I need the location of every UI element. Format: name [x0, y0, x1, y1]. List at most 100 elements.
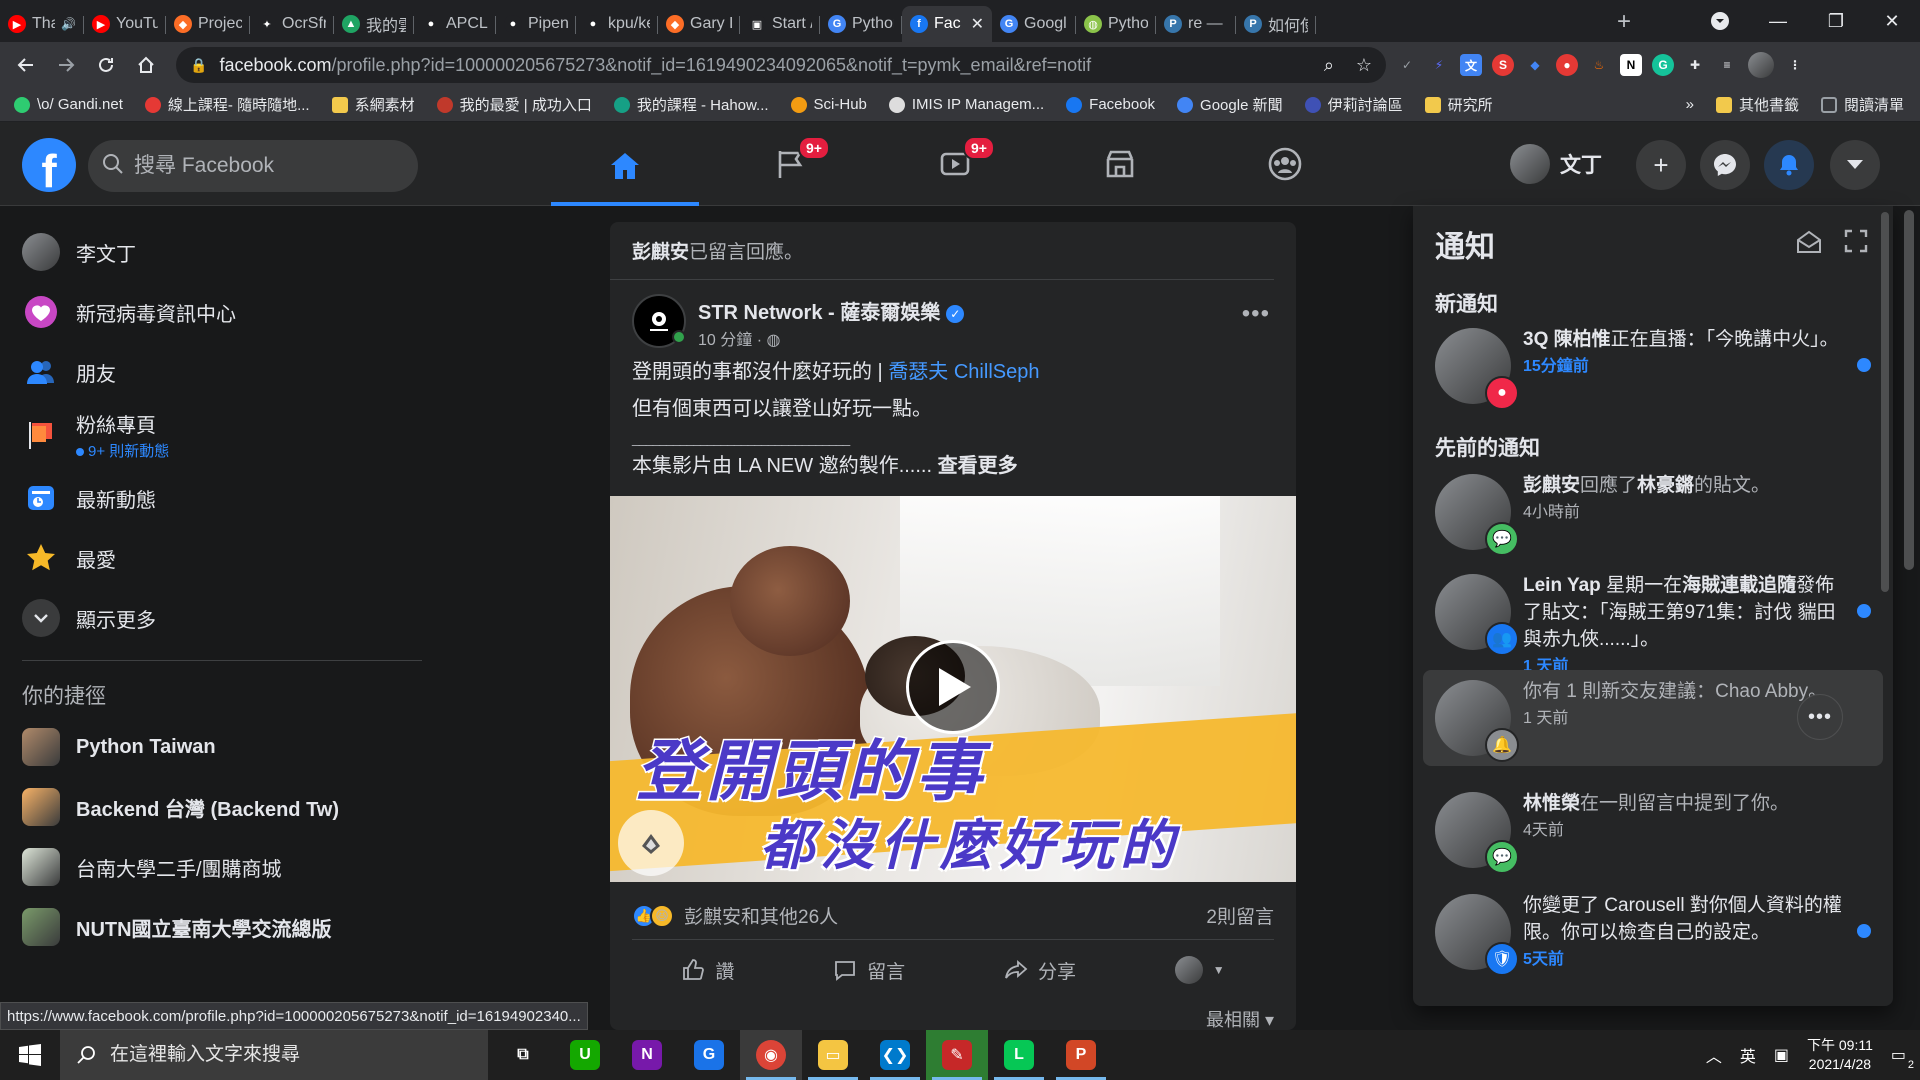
search-input[interactable] [134, 154, 394, 178]
notification-options-button[interactable]: ••• [1797, 694, 1843, 740]
browser-tab[interactable]: ◆ Project [166, 6, 250, 42]
tab-audio-icon[interactable]: 🔊 [61, 17, 76, 31]
bookmark-item[interactable]: Sci-Hub [790, 96, 867, 113]
account-menu-button[interactable] [1830, 140, 1880, 190]
new-tab-button[interactable]: + [1606, 4, 1642, 40]
tab-groups[interactable] [1211, 130, 1359, 198]
browser-tab[interactable]: ◍ Python [1076, 6, 1156, 42]
tab-marketplace[interactable] [1046, 130, 1194, 198]
shortcut-item[interactable]: 台南大學二手/團購商城 [12, 837, 432, 897]
bookmark-item[interactable]: 閱讀清單 [1820, 94, 1904, 115]
post-options-button[interactable]: ••• [1242, 300, 1270, 328]
browser-tab[interactable]: f Fac ✕ [902, 6, 992, 42]
chrome-profile-avatar[interactable] [1748, 52, 1774, 78]
bookmark-item[interactable]: 我的最愛 | 成功入口 [436, 94, 592, 115]
notification-item[interactable]: 👥 Lein Yap 星期一在海賊連載追隨發佈了貼文：「海賊王第971集：討伐 貒… [1423, 564, 1883, 675]
sidebar-item-pages[interactable]: 粉絲專頁 9+ 則新動態 [12, 402, 432, 468]
sidebar-item-covid[interactable]: 新冠病毒資訊中心 [12, 282, 432, 342]
bookmark-item[interactable]: 線上課程- 隨時隨地... [144, 94, 310, 115]
page-name[interactable]: STR Network - 薩泰爾娛樂 ✓ [698, 296, 965, 325]
clock[interactable]: 下午 09:11 2021/4/28 [1807, 1036, 1873, 1074]
activity-actor[interactable]: 彭麒安 [632, 237, 689, 264]
windows-start-button[interactable] [0, 1030, 60, 1080]
ime-indicator[interactable]: 英 [1740, 1043, 1756, 1067]
facebook-search[interactable] [88, 140, 418, 192]
browser-tab[interactable]: ▲ 我的雲 [334, 6, 414, 42]
notion-extension-icon[interactable]: N [1620, 54, 1642, 76]
facebook-logo[interactable]: f [22, 138, 76, 192]
s-extension-icon[interactable]: S [1492, 54, 1514, 76]
reload-button[interactable] [88, 47, 124, 83]
taskbar-onenote[interactable]: N [616, 1030, 678, 1080]
pages-new-activity[interactable]: 9+ 則新動態 [76, 440, 169, 461]
browser-tab[interactable]: ▣ Start / [740, 6, 820, 42]
bookmarks-overflow-button[interactable]: » [1686, 96, 1694, 113]
messenger-button[interactable] [1700, 140, 1750, 190]
action-center-icon[interactable]: ▭ 2 [1891, 1045, 1914, 1071]
tab-watch[interactable]: 9+ [881, 130, 1029, 198]
notifications-scrollbar[interactable] [1881, 212, 1889, 592]
browser-tab[interactable]: ▶ Tha 🔊 [0, 6, 84, 42]
bookmark-item[interactable]: \o/ Gandi.net [14, 96, 123, 113]
browser-tab[interactable]: G Googl [992, 6, 1076, 42]
expand-icon[interactable] [1843, 228, 1869, 259]
browser-tab[interactable]: ✦ OcrSfr [250, 6, 334, 42]
comment-sort[interactable]: 最相關 ▾ [1206, 1006, 1274, 1030]
create-button[interactable]: + [1636, 140, 1686, 190]
bookmark-item[interactable]: Facebook [1066, 96, 1155, 113]
notification-item[interactable]: 💬 彭麒安回應了林豪鏘的貼文。 4小時前 [1423, 464, 1883, 560]
url-text[interactable]: facebook.com/profile.php?id=100000205675… [219, 55, 1091, 76]
bookmark-item[interactable]: 研究所 [1424, 94, 1493, 115]
shortcut-item[interactable]: Backend 台灣 (Backend Tw) [12, 777, 432, 837]
shield-extension-icon[interactable]: ◆ [1524, 54, 1546, 76]
browser-tab[interactable]: ▶ YouTul [84, 6, 166, 42]
mark-all-read-icon[interactable] [1795, 228, 1823, 261]
taskbar-line[interactable]: L [988, 1030, 1050, 1080]
shortcut-item[interactable]: NUTN國立臺南大學交流總版 [12, 897, 432, 957]
taskbar-edge-app[interactable]: G [678, 1030, 740, 1080]
translate-extension-icon[interactable]: 文 [1460, 54, 1482, 76]
browser-tab[interactable]: Pre — R [1156, 6, 1236, 42]
notification-item[interactable]: 💬 林惟榮在一則留言中提到了你。 4天前 [1423, 782, 1883, 878]
notification-item[interactable]: ● 3Q 陳柏惟正在直播：「今晚講中火」。 15分鐘前 [1423, 318, 1883, 414]
browser-tab[interactable]: ● Pipenv [496, 6, 576, 42]
minimize-button[interactable]: — [1748, 0, 1808, 42]
ime-mode-icon[interactable]: ▣ [1774, 1045, 1789, 1065]
sidebar-item-friends[interactable]: 朋友 [12, 342, 432, 402]
sidebar-show-more[interactable]: 顯示更多 [12, 588, 432, 648]
bookmark-item[interactable]: 我的課程 - Hahow... [613, 94, 769, 115]
lock-icon[interactable]: 🔒 [190, 57, 207, 74]
see-more-link[interactable]: 查看更多 [938, 455, 1018, 477]
tab-home[interactable] [551, 130, 699, 206]
video-player[interactable]: 登開頭的事 都沒什麼好玩的 [610, 496, 1296, 882]
play-button[interactable] [906, 640, 1000, 734]
reaction-summary[interactable]: 👍 😆 彭麒安和其他26人 [632, 902, 838, 929]
bookmark-item[interactable]: 伊莉討論區 [1304, 94, 1403, 115]
browser-tab[interactable]: ● kpu/ke [576, 6, 658, 42]
close-tab-icon[interactable]: ✕ [971, 14, 984, 34]
grammarly-extension-icon[interactable]: G [1652, 54, 1674, 76]
taskbar-draw-app[interactable]: ✎ [926, 1030, 988, 1080]
taskbar-file-explorer[interactable]: ▭ [802, 1030, 864, 1080]
puzzle-extension-icon[interactable]: ✚ [1684, 54, 1706, 76]
taskbar-upwork[interactable]: U [554, 1030, 616, 1080]
browser-tab[interactable]: ● APCLa [414, 6, 496, 42]
back-button[interactable] [8, 47, 44, 83]
bookmark-item[interactable]: IMIS IP Managem... [888, 96, 1044, 113]
taskbar-powerpoint[interactable]: P [1050, 1030, 1112, 1080]
profile-chip[interactable]: 文丁 [1510, 144, 1602, 184]
record-extension-icon[interactable]: ● [1556, 54, 1578, 76]
bookmark-star-icon[interactable]: ☆ [1356, 55, 1372, 76]
tab-pages[interactable]: 9+ [716, 130, 864, 198]
bookmark-item[interactable]: Google 新聞 [1177, 94, 1283, 115]
home-button[interactable] [128, 47, 164, 83]
sidebar-item-favorites[interactable]: 最愛 [12, 528, 432, 588]
bookmark-item[interactable]: 其他書籤 [1715, 94, 1799, 115]
share-as-selector[interactable]: ▼ [1174, 956, 1225, 984]
browser-tab[interactable]: P 如何使 [1236, 6, 1316, 42]
notification-item[interactable]: 🛡 你變更了 Carousell 對你個人資料的權限。你可以檢查自己的設定。 5天前 [1423, 884, 1883, 980]
media-control-icon[interactable]: ≡ [1716, 54, 1738, 76]
chrome-menu-icon[interactable]: ⋮ [1784, 54, 1806, 76]
profile-menu-icon[interactable] [1690, 0, 1750, 42]
post-time[interactable]: 10 分鐘 · ◍ [698, 326, 780, 350]
